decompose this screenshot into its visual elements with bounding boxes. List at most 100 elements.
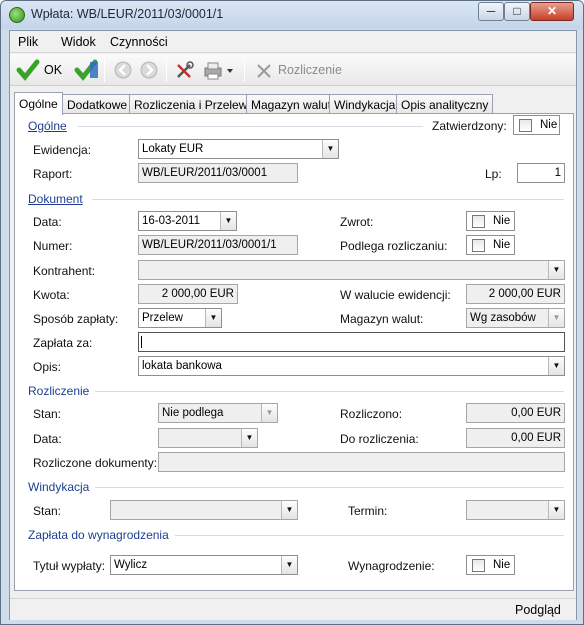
opis-select[interactable]: lokata bankowa ▼	[138, 356, 565, 376]
numer-label: Numer:	[33, 239, 73, 253]
tytul-label: Tytuł wypłaty:	[33, 559, 106, 573]
chevron-down-icon[interactable]: ▼	[205, 309, 221, 327]
tab-ogolne[interactable]: Ogólne	[14, 92, 63, 115]
do-rozliczenia-label: Do rozliczenia:	[340, 432, 419, 446]
sposob-select[interactable]: Przelew ▼	[138, 308, 222, 328]
data-value: 16-03-2011	[142, 215, 200, 227]
wynagrodzenie-checkbox[interactable]: Nie	[466, 555, 515, 575]
app-icon[interactable]	[9, 7, 25, 23]
tools-icon	[177, 61, 194, 78]
toolbar-separator	[166, 58, 167, 82]
tools-button[interactable]	[174, 59, 196, 81]
checkbox-box	[519, 119, 532, 132]
windykacja-stan-label: Stan:	[33, 504, 62, 518]
numer-field: WB/LEUR/2011/03/0001/1	[138, 235, 298, 255]
tab-rozliczenia-i-przelewy[interactable]: Rozliczenia i Przelewy	[129, 94, 259, 114]
podglad-button[interactable]: Podgląd	[515, 603, 561, 617]
rozliczenie-label: Rozliczenie	[278, 63, 342, 77]
termin-label: Termin:	[348, 504, 388, 518]
sposob-value: Przelew	[142, 312, 183, 324]
text-cursor	[141, 336, 142, 348]
close-button[interactable]: ✕	[530, 2, 574, 21]
tytul-select[interactable]: Wylicz ▼	[110, 555, 298, 575]
checkbox-box	[472, 559, 485, 572]
checkbox-box	[472, 239, 485, 252]
previous-button[interactable]	[112, 59, 134, 81]
rozliczenie-button[interactable]: Rozliczenie	[254, 59, 354, 81]
w-walucie-field: 2 000,00 EUR	[466, 284, 565, 304]
ok-button[interactable]: OK	[16, 59, 76, 81]
chevron-down-icon[interactable]: ▼	[548, 309, 564, 327]
section-dokument: Dokument	[28, 192, 83, 206]
title-bar[interactable]: Wpłata: WB/LEUR/2011/03/0001/1 ─ □ ✕	[1, 1, 583, 29]
chevron-down-icon[interactable]: ▼	[322, 140, 338, 158]
rozliczone-dokumenty-field[interactable]	[158, 452, 565, 472]
tab-panel-ogolne: Ogólne Zatwierdzony: Nie Ewidencja: Loka…	[14, 113, 574, 591]
section-rozliczenie: Rozliczenie	[28, 384, 90, 398]
chevron-down-icon[interactable]: ▼	[281, 501, 297, 519]
chevron-down-icon[interactable]: ▼	[220, 212, 236, 230]
toolbar-separator	[104, 58, 105, 82]
ok-and-new-button[interactable]	[74, 59, 100, 81]
chevron-down-icon[interactable]: ▼	[548, 357, 564, 375]
chevron-down-icon[interactable]: ▼	[261, 404, 277, 422]
divider	[175, 535, 564, 536]
zaplata-input[interactable]	[138, 332, 565, 352]
tab-dodatkowe[interactable]: Dodatkowe	[62, 94, 133, 114]
chevron-down-icon[interactable]: ▼	[548, 501, 564, 519]
windykacja-stan-select[interactable]: ▼	[110, 500, 298, 520]
data-label: Data:	[33, 215, 62, 229]
checkmark-icon	[16, 59, 40, 81]
zatwierdzony-value: Nie	[540, 119, 558, 131]
stan-label: Stan:	[33, 407, 62, 421]
minimize-button[interactable]: ─	[478, 2, 504, 21]
raport-field: WB/LEUR/2011/03/0001	[138, 163, 298, 183]
menu-plik[interactable]: Plik	[18, 35, 38, 49]
zwrot-value: Nie	[493, 215, 511, 227]
window-title: Wpłata: WB/LEUR/2011/03/0001/1	[31, 7, 224, 21]
sposob-label: Sposób zapłaty:	[33, 312, 119, 326]
maximize-button[interactable]: □	[504, 2, 530, 21]
rozl-data-picker[interactable]: ▼	[158, 428, 258, 448]
chevron-down-icon[interactable]: ▼	[281, 556, 297, 574]
print-button[interactable]	[202, 59, 238, 81]
divider	[92, 199, 564, 200]
opis-value: lokata bankowa	[142, 360, 222, 372]
magazyn-select[interactable]: Wg zasobów ▼	[466, 308, 565, 328]
lp-input[interactable]: 1	[517, 163, 565, 183]
magazyn-label: Magazyn walut:	[340, 312, 424, 326]
toolbar-separator	[244, 58, 245, 82]
arrow-left-icon	[114, 61, 132, 79]
tab-strip: Ogólne Dodatkowe Rozliczenia i Przelewy …	[10, 92, 576, 115]
stan-select[interactable]: Nie podlega ▼	[158, 403, 278, 423]
divider	[95, 391, 564, 392]
menu-bar: Plik Widok Czynności	[10, 31, 576, 53]
chevron-down-icon[interactable]: ▼	[241, 429, 257, 447]
kontrahent-select[interactable]: ▼	[138, 260, 565, 280]
tytul-value: Wylicz	[114, 559, 148, 571]
zatwierdzony-checkbox[interactable]: Nie	[513, 115, 560, 135]
podlega-label: Podlega rozliczaniu:	[340, 239, 448, 253]
termin-picker[interactable]: ▼	[466, 500, 565, 520]
wynagrodzenie-label: Wynagrodzenie:	[348, 559, 435, 573]
do-rozliczenia-field: 0,00 EUR	[466, 428, 565, 448]
lp-label: Lp:	[485, 167, 502, 181]
tab-magazyn-walut[interactable]: Magazyn walut	[246, 94, 337, 114]
raport-label: Raport:	[33, 167, 73, 181]
menu-czynnosci[interactable]: Czynności	[110, 35, 168, 49]
menu-widok[interactable]: Widok	[61, 35, 96, 49]
section-ogolne: Ogólne	[28, 119, 67, 133]
chevron-down-icon[interactable]: ▼	[548, 261, 564, 279]
stan-value: Nie podlega	[162, 407, 224, 419]
section-zaplata-do-wynagrodzenia: Zapłata do wynagrodzenia	[28, 528, 169, 542]
ewidencja-select[interactable]: Lokaty EUR ▼	[138, 139, 339, 159]
divider	[78, 126, 423, 127]
zwrot-checkbox[interactable]: Nie	[466, 211, 515, 231]
tab-opis-analityczny[interactable]: Opis analityczny	[396, 94, 494, 114]
ewidencja-label: Ewidencja:	[33, 143, 92, 157]
data-date-picker[interactable]: 16-03-2011 ▼	[138, 211, 237, 231]
podlega-checkbox[interactable]: Nie	[466, 235, 515, 255]
divider	[95, 487, 564, 488]
next-button[interactable]	[138, 59, 160, 81]
tab-windykacja[interactable]: Windykacja	[329, 94, 401, 114]
